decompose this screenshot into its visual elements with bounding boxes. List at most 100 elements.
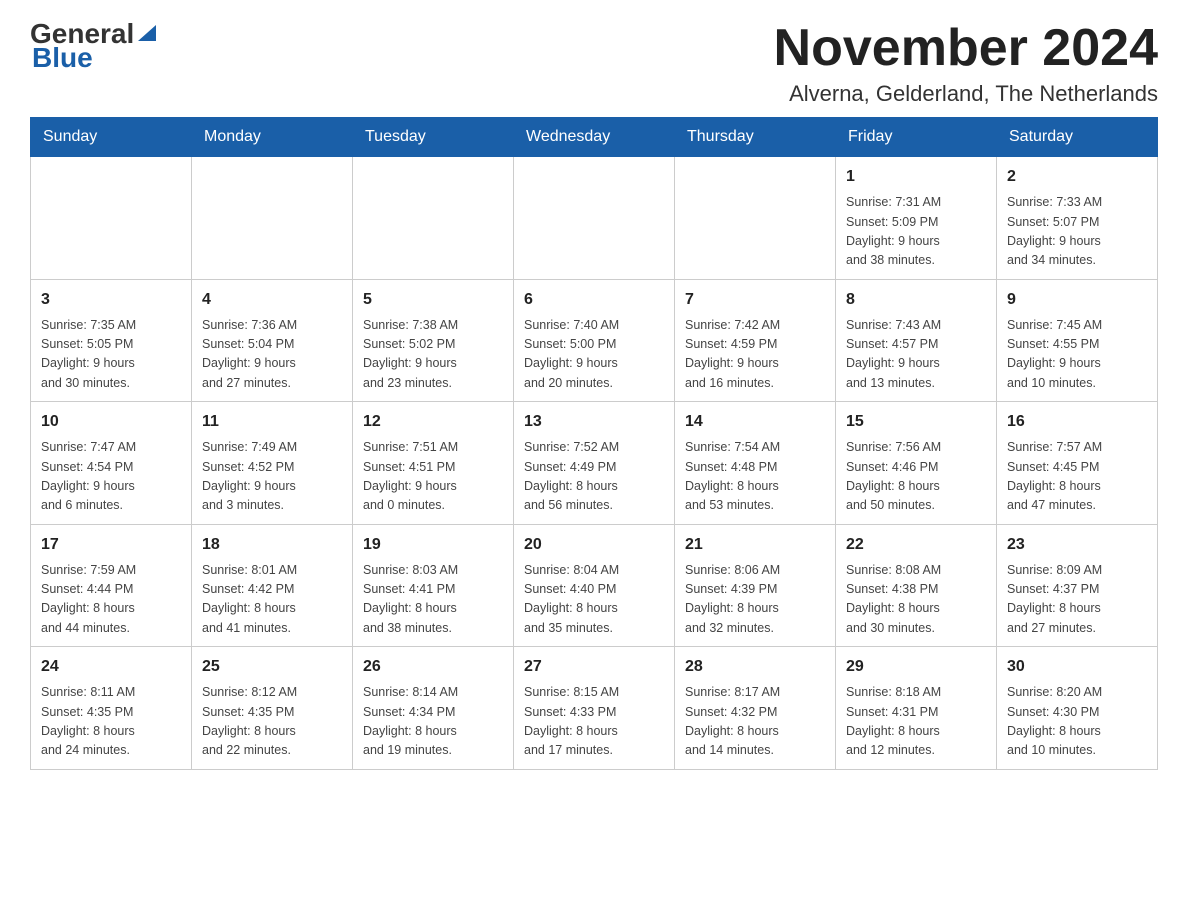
day-info: Sunrise: 7:35 AMSunset: 5:05 PMDaylight:… bbox=[41, 316, 181, 394]
calendar-cell: 7Sunrise: 7:42 AMSunset: 4:59 PMDaylight… bbox=[675, 279, 836, 402]
calendar-cell bbox=[675, 157, 836, 280]
calendar-cell: 16Sunrise: 7:57 AMSunset: 4:45 PMDayligh… bbox=[997, 402, 1158, 525]
day-info: Sunrise: 7:47 AMSunset: 4:54 PMDaylight:… bbox=[41, 438, 181, 516]
week-row-3: 10 Sunrise: 7:47 AMSunset: 4:54 PMDayligh… bbox=[31, 402, 1158, 525]
month-title: November 2024 bbox=[774, 20, 1158, 77]
day-info: Sunrise: 7:56 AMSunset: 4:46 PMDaylight:… bbox=[846, 438, 986, 516]
day-number: 26 bbox=[363, 655, 503, 679]
day-info: Sunrise: 7:52 AMSunset: 4:49 PMDaylight:… bbox=[524, 438, 664, 516]
calendar-cell: 28Sunrise: 8:17 AMSunset: 4:32 PMDayligh… bbox=[675, 647, 836, 770]
calendar-cell: 20 Sunrise: 8:04 AMSunset: 4:40 PMDayligh… bbox=[514, 524, 675, 647]
calendar-cell: 9 Sunrise: 7:45 AMSunset: 4:55 PMDaylight… bbox=[997, 279, 1158, 402]
location: Alverna, Gelderland, The Netherlands bbox=[774, 81, 1158, 107]
calendar-cell: 17 Sunrise: 7:59 AMSunset: 4:44 PMDayligh… bbox=[31, 524, 192, 647]
day-number: 17 bbox=[41, 533, 181, 557]
calendar-cell: 13 Sunrise: 7:52 AMSunset: 4:49 PMDayligh… bbox=[514, 402, 675, 525]
calendar-cell: 22 Sunrise: 8:08 AMSunset: 4:38 PMDayligh… bbox=[836, 524, 997, 647]
day-info: Sunrise: 8:20 AMSunset: 4:30 PMDaylight:… bbox=[1007, 683, 1147, 761]
day-number: 1 bbox=[846, 165, 986, 189]
day-number: 3 bbox=[41, 288, 181, 312]
logo: General Blue bbox=[30, 20, 158, 72]
calendar-cell: 14 Sunrise: 7:54 AMSunset: 4:48 PMDayligh… bbox=[675, 402, 836, 525]
day-number: 25 bbox=[202, 655, 342, 679]
weekday-header-thursday: Thursday bbox=[675, 118, 836, 157]
calendar-cell: 3 Sunrise: 7:35 AMSunset: 5:05 PMDaylight… bbox=[31, 279, 192, 402]
day-number: 30 bbox=[1007, 655, 1147, 679]
day-info: Sunrise: 7:33 AMSunset: 5:07 PMDaylight:… bbox=[1007, 193, 1147, 271]
day-info: Sunrise: 7:31 AMSunset: 5:09 PMDaylight:… bbox=[846, 193, 986, 271]
weekday-header-monday: Monday bbox=[192, 118, 353, 157]
calendar-cell bbox=[514, 157, 675, 280]
day-number: 12 bbox=[363, 410, 503, 434]
day-number: 22 bbox=[846, 533, 986, 557]
day-number: 14 bbox=[685, 410, 825, 434]
calendar-table: SundayMondayTuesdayWednesdayThursdayFrid… bbox=[30, 117, 1158, 770]
calendar-cell bbox=[31, 157, 192, 280]
calendar-cell: 24Sunrise: 8:11 AMSunset: 4:35 PMDayligh… bbox=[31, 647, 192, 770]
weekday-header-wednesday: Wednesday bbox=[514, 118, 675, 157]
day-number: 23 bbox=[1007, 533, 1147, 557]
day-info: Sunrise: 7:45 AMSunset: 4:55 PMDaylight:… bbox=[1007, 316, 1147, 394]
day-number: 27 bbox=[524, 655, 664, 679]
day-info: Sunrise: 8:04 AMSunset: 4:40 PMDaylight:… bbox=[524, 561, 664, 639]
calendar-cell: 2 Sunrise: 7:33 AMSunset: 5:07 PMDaylight… bbox=[997, 157, 1158, 280]
calendar-cell: 23Sunrise: 8:09 AMSunset: 4:37 PMDayligh… bbox=[997, 524, 1158, 647]
day-info: Sunrise: 8:18 AMSunset: 4:31 PMDaylight:… bbox=[846, 683, 986, 761]
day-number: 4 bbox=[202, 288, 342, 312]
calendar-cell: 10 Sunrise: 7:47 AMSunset: 4:54 PMDayligh… bbox=[31, 402, 192, 525]
day-info: Sunrise: 7:36 AMSunset: 5:04 PMDaylight:… bbox=[202, 316, 342, 394]
day-number: 13 bbox=[524, 410, 664, 434]
calendar-cell: 12 Sunrise: 7:51 AMSunset: 4:51 PMDayligh… bbox=[353, 402, 514, 525]
calendar-cell: 8 Sunrise: 7:43 AMSunset: 4:57 PMDaylight… bbox=[836, 279, 997, 402]
calendar-cell: 30 Sunrise: 8:20 AMSunset: 4:30 PMDayligh… bbox=[997, 647, 1158, 770]
page-header: General Blue November 2024 Alverna, Geld… bbox=[30, 20, 1158, 107]
day-number: 11 bbox=[202, 410, 342, 434]
day-number: 19 bbox=[363, 533, 503, 557]
day-number: 9 bbox=[1007, 288, 1147, 312]
calendar-cell: 19 Sunrise: 8:03 AMSunset: 4:41 PMDayligh… bbox=[353, 524, 514, 647]
day-info: Sunrise: 7:38 AMSunset: 5:02 PMDaylight:… bbox=[363, 316, 503, 394]
day-number: 18 bbox=[202, 533, 342, 557]
week-row-2: 3 Sunrise: 7:35 AMSunset: 5:05 PMDaylight… bbox=[31, 279, 1158, 402]
weekday-header-tuesday: Tuesday bbox=[353, 118, 514, 157]
day-number: 20 bbox=[524, 533, 664, 557]
day-info: Sunrise: 8:08 AMSunset: 4:38 PMDaylight:… bbox=[846, 561, 986, 639]
calendar-cell: 27 Sunrise: 8:15 AMSunset: 4:33 PMDayligh… bbox=[514, 647, 675, 770]
day-info: Sunrise: 8:15 AMSunset: 4:33 PMDaylight:… bbox=[524, 683, 664, 761]
day-number: 15 bbox=[846, 410, 986, 434]
calendar-cell: 26 Sunrise: 8:14 AMSunset: 4:34 PMDayligh… bbox=[353, 647, 514, 770]
calendar-cell: 5 Sunrise: 7:38 AMSunset: 5:02 PMDaylight… bbox=[353, 279, 514, 402]
day-number: 29 bbox=[846, 655, 986, 679]
day-number: 8 bbox=[846, 288, 986, 312]
calendar-cell: 4 Sunrise: 7:36 AMSunset: 5:04 PMDaylight… bbox=[192, 279, 353, 402]
day-number: 7 bbox=[685, 288, 825, 312]
day-number: 10 bbox=[41, 410, 181, 434]
day-number: 6 bbox=[524, 288, 664, 312]
day-number: 5 bbox=[363, 288, 503, 312]
weekday-header-saturday: Saturday bbox=[997, 118, 1158, 157]
weekday-header-friday: Friday bbox=[836, 118, 997, 157]
week-row-4: 17 Sunrise: 7:59 AMSunset: 4:44 PMDayligh… bbox=[31, 524, 1158, 647]
weekday-header-sunday: Sunday bbox=[31, 118, 192, 157]
logo-text-blue: Blue bbox=[32, 44, 93, 72]
day-info: Sunrise: 8:11 AMSunset: 4:35 PMDaylight:… bbox=[41, 683, 181, 761]
day-info: Sunrise: 7:43 AMSunset: 4:57 PMDaylight:… bbox=[846, 316, 986, 394]
weekday-header-row: SundayMondayTuesdayWednesdayThursdayFrid… bbox=[31, 118, 1158, 157]
day-info: Sunrise: 7:40 AMSunset: 5:00 PMDaylight:… bbox=[524, 316, 664, 394]
day-info: Sunrise: 7:51 AMSunset: 4:51 PMDaylight:… bbox=[363, 438, 503, 516]
calendar-cell: 18 Sunrise: 8:01 AMSunset: 4:42 PMDayligh… bbox=[192, 524, 353, 647]
title-area: November 2024 Alverna, Gelderland, The N… bbox=[774, 20, 1158, 107]
calendar-cell: 6 Sunrise: 7:40 AMSunset: 5:00 PMDaylight… bbox=[514, 279, 675, 402]
day-number: 2 bbox=[1007, 165, 1147, 189]
day-number: 16 bbox=[1007, 410, 1147, 434]
day-number: 21 bbox=[685, 533, 825, 557]
day-info: Sunrise: 8:03 AMSunset: 4:41 PMDaylight:… bbox=[363, 561, 503, 639]
day-info: Sunrise: 7:59 AMSunset: 4:44 PMDaylight:… bbox=[41, 561, 181, 639]
calendar-cell: 21Sunrise: 8:06 AMSunset: 4:39 PMDayligh… bbox=[675, 524, 836, 647]
day-info: Sunrise: 8:01 AMSunset: 4:42 PMDaylight:… bbox=[202, 561, 342, 639]
day-info: Sunrise: 8:14 AMSunset: 4:34 PMDaylight:… bbox=[363, 683, 503, 761]
day-info: Sunrise: 7:54 AMSunset: 4:48 PMDaylight:… bbox=[685, 438, 825, 516]
calendar-cell: 11 Sunrise: 7:49 AMSunset: 4:52 PMDayligh… bbox=[192, 402, 353, 525]
day-info: Sunrise: 7:49 AMSunset: 4:52 PMDaylight:… bbox=[202, 438, 342, 516]
logo-triangle-icon bbox=[136, 21, 158, 43]
